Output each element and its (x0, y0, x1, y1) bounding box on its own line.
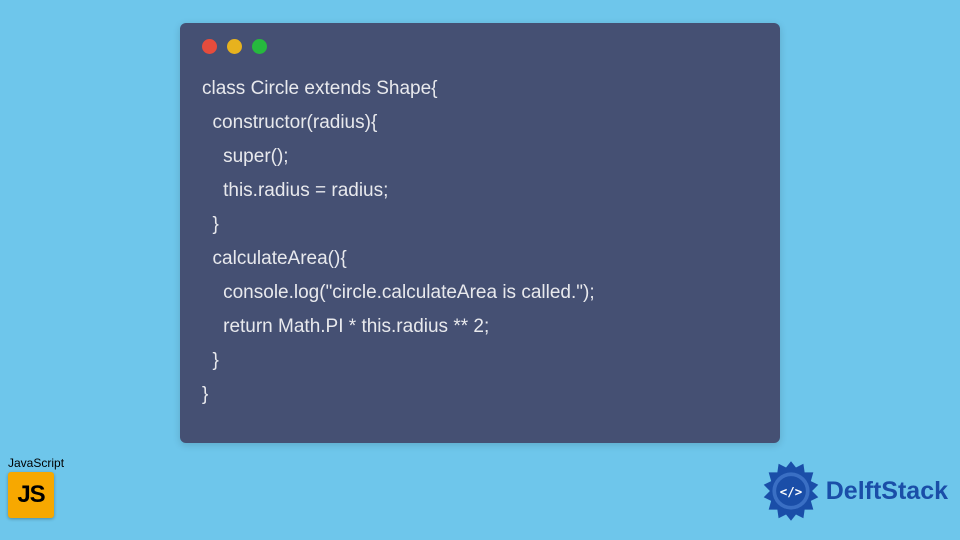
delftstack-name: DelftStack (826, 477, 948, 506)
svg-text:</>: </> (780, 484, 802, 499)
close-icon[interactable] (202, 39, 217, 54)
javascript-label: JavaScript (8, 456, 64, 470)
javascript-icon-text: JS (17, 481, 44, 509)
javascript-icon: JS (8, 472, 54, 518)
delftstack-brand: </> DelftStack (760, 460, 948, 522)
delftstack-gear-icon: </> (760, 460, 822, 522)
window-controls (180, 23, 780, 54)
maximize-icon[interactable] (252, 39, 267, 54)
javascript-badge: JavaScript JS (8, 456, 64, 518)
code-block: class Circle extends Shape{ constructor(… (180, 54, 780, 412)
code-window: class Circle extends Shape{ constructor(… (180, 23, 780, 443)
minimize-icon[interactable] (227, 39, 242, 54)
